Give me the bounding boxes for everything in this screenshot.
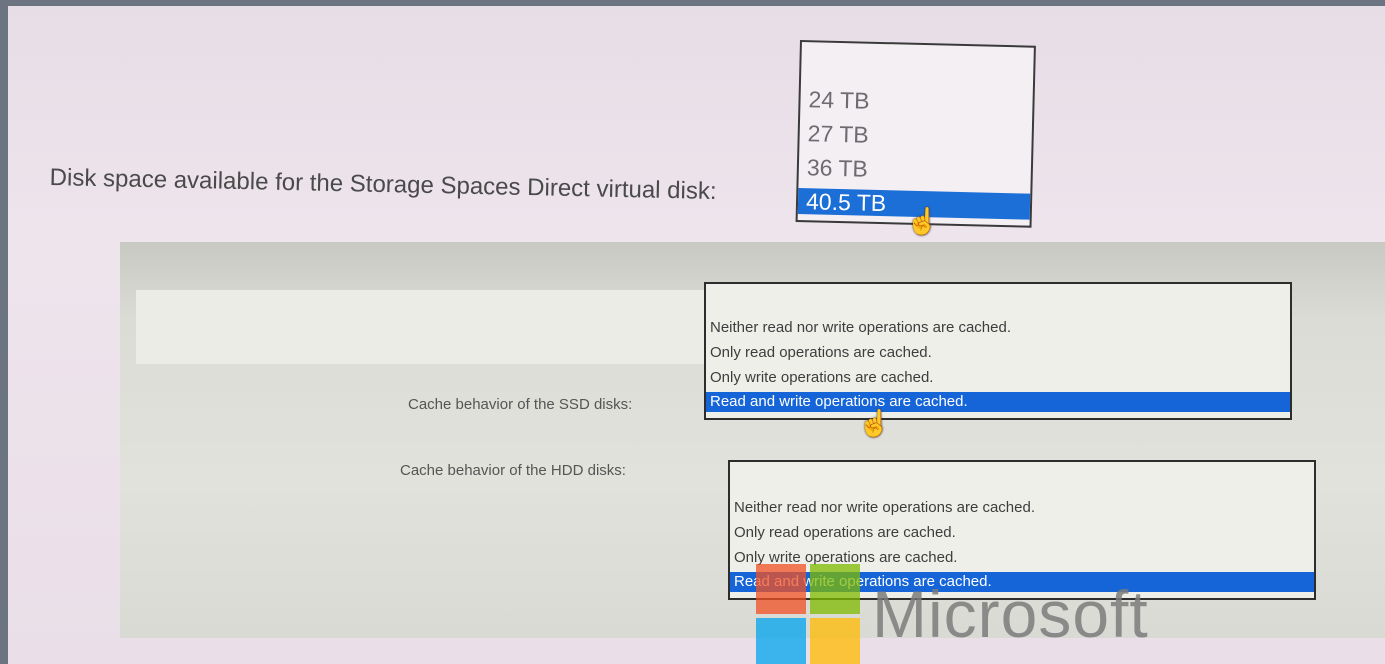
ssd-cache-option[interactable]: Only write operations are cached. (710, 368, 933, 388)
microsoft-logo-icon (756, 564, 864, 664)
ssd-cache-listbox[interactable]: Neither read nor write operations are ca… (704, 282, 1292, 420)
disk-space-option[interactable]: 36 TB (807, 154, 869, 181)
screenshot-photo: Disk space available for the Storage Spa… (8, 6, 1385, 664)
panel-band (136, 290, 706, 364)
hand-pointer-icon: ☝ (906, 206, 939, 236)
disk-space-label: Disk space available for the Storage Spa… (49, 164, 717, 205)
disk-space-listbox[interactable]: 24 TB 27 TB 36 TB 40.5 TB (795, 40, 1036, 228)
ssd-cache-option-selected[interactable]: Read and write operations are cached. (706, 392, 1290, 412)
hdd-cache-option[interactable]: Only read operations are cached. (734, 523, 956, 543)
hdd-cache-option[interactable]: Neither read nor write operations are ca… (734, 498, 1035, 518)
cache-settings-panel: Cache behavior of the SSD disks: Neither… (120, 242, 1385, 664)
disk-space-option[interactable]: 24 TB (808, 86, 870, 113)
hand-pointer-icon: ☝ (858, 408, 891, 438)
microsoft-watermark: Microsoft (872, 577, 1149, 651)
ssd-cache-label: Cache behavior of the SSD disks: (408, 396, 633, 413)
hdd-cache-label: Cache behavior of the HDD disks: (400, 462, 626, 479)
ssd-cache-option[interactable]: Only read operations are cached. (710, 343, 932, 363)
ssd-cache-option[interactable]: Neither read nor write operations are ca… (710, 318, 1011, 338)
disk-space-option[interactable]: 27 TB (807, 120, 869, 147)
